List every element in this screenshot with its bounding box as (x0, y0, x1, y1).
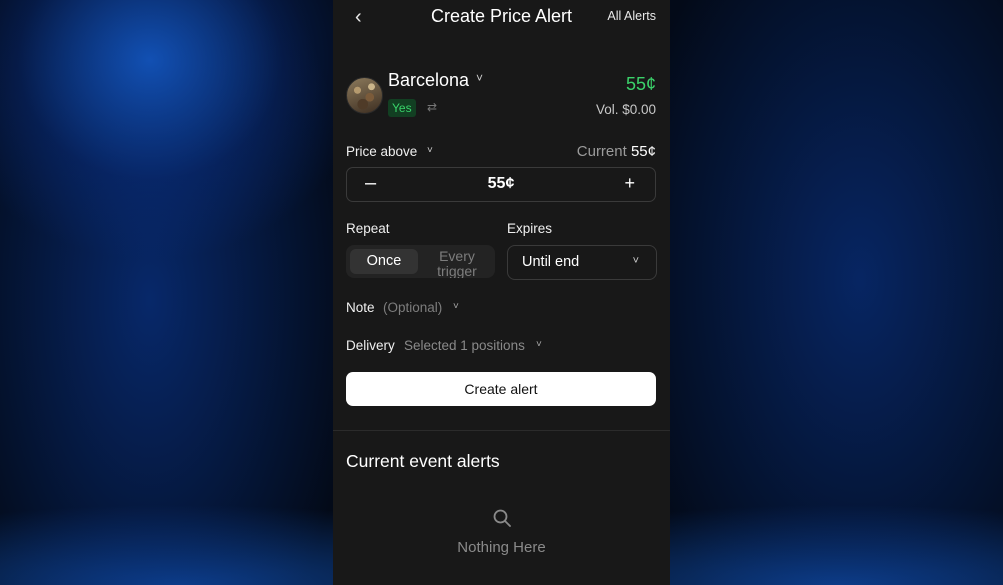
chevron-down-icon[interactable]: ˅ (536, 339, 542, 350)
condition-select[interactable]: Price above (346, 144, 417, 159)
create-alert-button[interactable]: Create alert (346, 372, 656, 406)
increment-button[interactable]: + (624, 173, 635, 194)
market-volume: Vol. $0.00 (595, 102, 656, 117)
empty-state-text: Nothing Here (457, 539, 546, 556)
market-avatar (346, 77, 383, 114)
market-price: 55¢ (625, 74, 656, 94)
expires-label: Expires (507, 221, 553, 236)
swap-icon[interactable]: ⇄ (427, 100, 437, 114)
delivery-label: Delivery (346, 338, 395, 353)
current-label: Current (576, 143, 627, 160)
alert-panel: ‹ Create Price Alert All Alerts Barcelon… (333, 0, 670, 585)
search-icon (333, 508, 670, 533)
expires-value: Until end (522, 254, 580, 270)
price-value-input[interactable]: 55¢ (347, 175, 655, 193)
repeat-option-once[interactable]: Once (350, 249, 418, 274)
note-label[interactable]: Note (346, 300, 375, 315)
all-alerts-link[interactable]: All Alerts (607, 9, 656, 23)
repeat-toggle: Once Every trigger (346, 245, 495, 278)
current-price: Current 55¢ (577, 143, 656, 160)
section-title: Current event alerts (346, 451, 500, 471)
current-value: 55¢ (630, 143, 656, 160)
note-optional[interactable]: (Optional) (383, 300, 442, 315)
chevron-down-icon: ˅ (632, 255, 639, 267)
chevron-down-icon[interactable]: ˅ (453, 301, 459, 312)
chevron-down-icon[interactable]: ˅ (476, 71, 483, 85)
price-stepper: – 55¢ + (346, 167, 656, 202)
repeat-option-every-trigger[interactable]: Every trigger (426, 249, 488, 279)
expires-select[interactable]: Until end ˅ (507, 245, 657, 280)
divider (333, 430, 670, 431)
outcome-badge: Yes (388, 99, 416, 117)
delivery-select[interactable]: Selected 1 positions (404, 338, 525, 353)
chevron-down-icon[interactable]: ˅ (427, 145, 433, 156)
market-name[interactable]: Barcelona (388, 70, 469, 91)
repeat-label: Repeat (346, 221, 390, 236)
